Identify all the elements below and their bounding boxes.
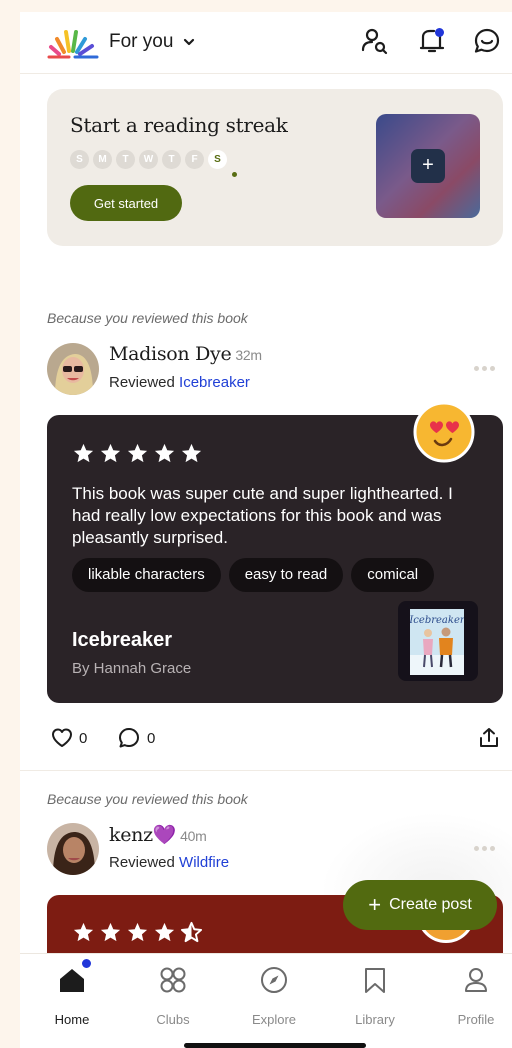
app-screen: For you Start a reading streak S M T W T… [20, 12, 512, 1048]
post-author[interactable]: kenz💜 40m [109, 823, 207, 846]
rainbow-logo-icon [47, 30, 99, 59]
author-name[interactable]: kenz💜 [109, 824, 176, 846]
nav-library-label: Library [355, 1012, 395, 1027]
svg-text:Icebreaker: Icebreaker [410, 615, 464, 626]
add-book-button[interactable]: + [411, 149, 445, 183]
today-indicator [232, 172, 237, 177]
book-link[interactable]: Wildfire [179, 854, 229, 871]
home-icon [60, 969, 84, 992]
create-post-button[interactable]: + Create post [343, 880, 497, 930]
more-options-icon[interactable] [474, 366, 498, 372]
home-indicator-bar [184, 1043, 366, 1048]
action-label: Reviewed [109, 854, 175, 871]
half-star-icon [180, 921, 203, 943]
nav-clubs-label: Clubs [156, 1012, 190, 1027]
messages-icon[interactable] [472, 26, 502, 56]
review-tags: likable characters easy to read comical [72, 558, 435, 592]
post-action: Reviewed Wildfire [109, 854, 229, 871]
post-action: Reviewed Icebreaker [109, 374, 250, 391]
author-name[interactable]: Madison Dye [109, 343, 232, 365]
star-icon [73, 443, 94, 463]
more-options-icon[interactable] [474, 846, 498, 852]
comment-icon[interactable] [117, 726, 141, 750]
star-icon [154, 443, 175, 463]
reading-streak-card: Start a reading streak S M T W T F S Get… [47, 89, 503, 246]
get-started-button[interactable]: Get started [70, 185, 182, 221]
day-thursday: T [162, 150, 181, 169]
comment-count: 0 [147, 730, 156, 747]
day-tuesday: T [116, 150, 135, 169]
feed-selector-label[interactable]: For you [109, 31, 173, 53]
heart-icon[interactable] [50, 726, 74, 750]
book-cover[interactable]: Icebreaker [398, 601, 478, 681]
share-icon[interactable] [477, 726, 501, 750]
nav-explore[interactable]: Explore [234, 954, 314, 1034]
day-wednesday: W [139, 150, 158, 169]
home-notification-badge [80, 957, 93, 970]
review-tag[interactable]: easy to read [228, 558, 344, 592]
nav-profile[interactable]: Profile [436, 954, 512, 1034]
post-author[interactable]: Madison Dye 32m [109, 343, 262, 365]
book-title[interactable]: Icebreaker [72, 629, 172, 652]
post-actions: 0 0 [20, 722, 512, 752]
bookmark-icon [365, 968, 385, 993]
book-link[interactable]: Icebreaker [179, 374, 250, 391]
avatar[interactable] [47, 343, 99, 395]
review-tag[interactable]: comical [351, 558, 435, 592]
streak-book-placeholder[interactable]: + [376, 114, 480, 218]
plus-icon: + [368, 892, 382, 917]
book-cover-image: Icebreaker [410, 609, 464, 675]
profile-icon [465, 968, 487, 992]
user-avatar-image [47, 343, 99, 395]
star-icon [154, 922, 175, 942]
clubs-icon [160, 967, 186, 993]
chevron-down-icon[interactable] [182, 35, 196, 49]
nav-home-label: Home [54, 1012, 90, 1027]
star-icon [127, 443, 148, 463]
heart-eyes-emoji-icon [413, 401, 475, 463]
star-icon [100, 443, 121, 463]
nav-home[interactable]: Home [32, 954, 112, 1034]
star-icon [127, 922, 148, 942]
user-avatar-image [47, 823, 99, 875]
rating-stars [72, 921, 203, 944]
post-time: 40m [180, 828, 207, 844]
action-label: Reviewed [109, 374, 175, 391]
post-divider [20, 770, 512, 771]
nav-profile-label: Profile [457, 1012, 495, 1027]
star-icon [73, 922, 94, 942]
avatar[interactable] [47, 823, 99, 875]
like-count: 0 [79, 730, 88, 747]
streak-days: S M T W T F S [70, 150, 227, 169]
bottom-navigation: Home Clubs Explore Library Profile [20, 953, 512, 1048]
day-monday: M [93, 150, 112, 169]
create-post-label: Create post [389, 896, 472, 913]
day-sunday: S [70, 150, 89, 169]
compass-icon [261, 967, 287, 993]
book-author: By Hannah Grace [72, 660, 192, 677]
review-tag[interactable]: likable characters [72, 558, 221, 592]
post-reason: Because you reviewed this book [47, 791, 248, 807]
nav-explore-label: Explore [251, 1012, 297, 1027]
notification-badge [435, 28, 444, 37]
nav-clubs[interactable]: Clubs [133, 954, 213, 1034]
top-bar: For you [20, 12, 512, 74]
rating-stars [72, 442, 203, 465]
day-saturday-today: S [208, 150, 227, 169]
find-people-icon[interactable] [360, 26, 390, 56]
star-icon [181, 443, 202, 463]
post-time: 32m [235, 347, 262, 363]
post-reason: Because you reviewed this book [47, 310, 248, 326]
day-friday: F [185, 150, 204, 169]
nav-library[interactable]: Library [335, 954, 415, 1034]
streak-title: Start a reading streak [70, 113, 288, 137]
review-text: This book was super cute and super light… [72, 484, 453, 547]
star-icon [100, 922, 121, 942]
